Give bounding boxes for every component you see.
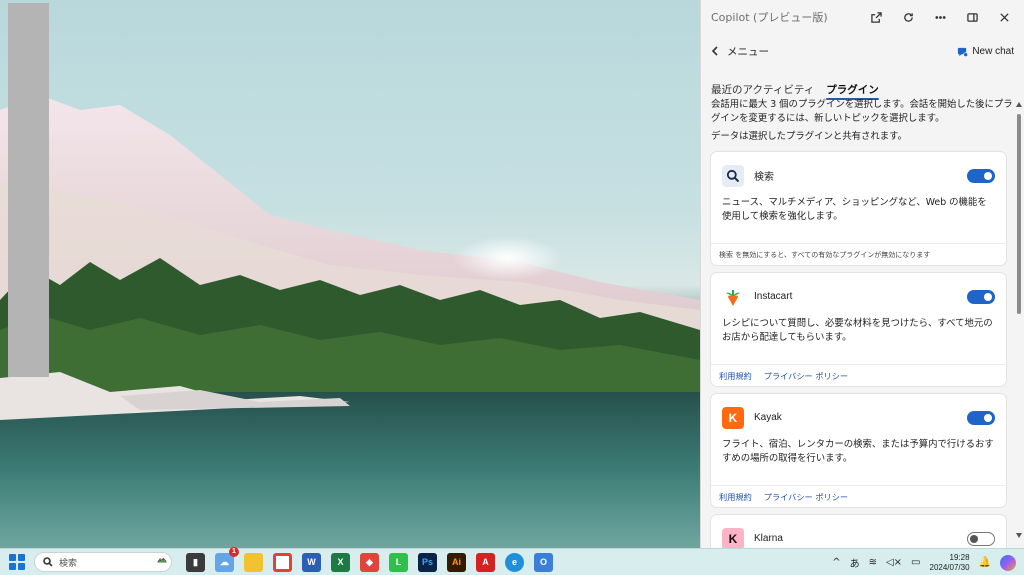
wifi-icon[interactable]: ≋ <box>869 557 877 568</box>
plugin-toggle[interactable] <box>967 410 995 425</box>
scroll-up-arrow-icon[interactable] <box>1016 102 1022 107</box>
plugin-footer-note: 検索 を無効にすると、すべての有効なプラグインが無効になります <box>719 250 931 259</box>
photoshop-icon[interactable]: Ps <box>418 552 437 572</box>
dock-panel-icon[interactable] <box>962 7 982 27</box>
taskbar-search-placeholder: 検索 <box>59 558 78 569</box>
bell-icon[interactable]: 🔔 <box>979 557 991 568</box>
clock-time: 19:28 <box>949 552 970 562</box>
search-icon <box>43 557 53 567</box>
terms-link[interactable]: 利用規約 <box>719 370 752 382</box>
plugins-scrollbar[interactable] <box>1016 100 1022 540</box>
terms-link[interactable]: 利用規約 <box>719 491 752 503</box>
edge-icon[interactable]: e <box>505 552 524 572</box>
back-to-menu-button[interactable]: メニュー <box>711 44 957 59</box>
plugin-card-instacart: Instacart レシピについて質問し、必要な材料を見つけたら、すべて地元のお… <box>711 273 1006 386</box>
plugin-card-search: 検索 ニュース、マルチメディア、ショッピングなど、Web の機能を使用して検索を… <box>711 152 1006 265</box>
copilot-title-bar: Copilot (プレビュー版) <box>701 0 1024 34</box>
plugin-card-klarna: K Klarna <box>711 515 1006 548</box>
task-view-icon[interactable]: ▮ <box>186 552 205 572</box>
file-explorer-icon[interactable] <box>244 552 263 572</box>
copilot-tabs: 最近のアクティビティ プラグイン <box>701 78 1024 100</box>
chevron-up-icon[interactable]: ^ <box>832 557 840 568</box>
refresh-icon[interactable] <box>898 7 918 27</box>
word-icon[interactable]: W <box>302 552 321 572</box>
privacy-link[interactable]: プライバシー ポリシー <box>764 370 848 382</box>
scrollbar-thumb[interactable] <box>1017 114 1021 314</box>
intro-text: 会話用に最大 3 個のプラグインを選択します。会話を開始した後にプラグインを変更… <box>711 99 1013 124</box>
system-tray: ^ あ ≋ ◁× ▭ 19:28 2024/07/30 🔔 <box>832 549 1016 575</box>
acrobat-icon[interactable]: A <box>476 552 495 572</box>
taskbar-clock[interactable]: 19:28 2024/07/30 <box>930 553 970 573</box>
new-chat-button[interactable]: New chat <box>957 46 1014 57</box>
plugin-card-kayak: K Kayak フライト、宿泊、レンタカーの検索、または予算内で行けるおすすめの… <box>711 394 1006 507</box>
volume-muted-icon[interactable]: ◁× <box>886 557 902 568</box>
illustrator-icon[interactable]: Ai <box>447 552 466 572</box>
taskbar: 検索 ▮ ☁ 1 W X ◆ L Ps Ai A e O ^ あ ≋ ◁× ▭ 1… <box>0 546 1024 575</box>
weather-widget-icon[interactable]: ☁ 1 <box>215 546 239 572</box>
data-sharing-note: データは選択したプラグインと共有されます。 <box>711 131 907 142</box>
new-chat-icon <box>958 47 969 57</box>
excel-icon[interactable]: X <box>331 552 350 572</box>
plugin-name: Klarna <box>754 533 783 544</box>
klarna-logo-icon: K <box>722 527 744 548</box>
new-chat-label: New chat <box>972 45 1014 57</box>
wallpaper-landscape <box>0 95 700 548</box>
plugins-intro: 会話用に最大 3 個のプラグインを選択します。会話を開始した後にプラグインを変更… <box>701 98 1024 144</box>
plugin-name: Instacart <box>754 291 793 302</box>
plugin-name: Kayak <box>754 412 782 423</box>
plugin-toggle[interactable] <box>967 289 995 304</box>
remote-app-icon[interactable]: ◆ <box>360 552 379 572</box>
window-edge-strip <box>8 3 49 377</box>
search-highlight-art-icon <box>157 558 167 563</box>
plugin-description: ニュース、マルチメディア、ショッピングなど、Web の機能を使用して検索を強化し… <box>722 197 987 222</box>
copilot-title: Copilot (プレビュー版) <box>711 11 828 24</box>
close-icon[interactable] <box>994 7 1014 27</box>
plugin-description: フライト、宿泊、レンタカーの検索、または予算内で行けるおすすめの場所の取得を行い… <box>722 439 994 464</box>
plugin-toggle[interactable] <box>967 168 995 183</box>
copilot-panel: Copilot (プレビュー版) メニュー New chat 最近のアクティビテ… <box>700 0 1024 548</box>
battery-icon[interactable]: ▭ <box>911 557 920 568</box>
copilot-nav-row: メニュー New chat <box>701 36 1024 66</box>
desktop-wallpaper <box>0 0 700 548</box>
search-icon <box>722 164 744 187</box>
plugin-description: レシピについて質問し、必要な材料を見つけたら、すべて地元のお店から配達してもらい… <box>722 318 993 343</box>
open-external-icon[interactable] <box>866 7 886 27</box>
windows-start-icon[interactable] <box>9 554 25 570</box>
taskbar-search-box[interactable]: 検索 <box>34 552 172 572</box>
plugin-name: 検索 <box>754 172 774 183</box>
taskbar-apps: ▮ ☁ 1 W X ◆ L Ps Ai A e O <box>186 546 553 572</box>
plugin-toggle[interactable] <box>967 531 995 546</box>
clock-date: 2024/07/30 <box>929 562 970 572</box>
more-options-icon[interactable] <box>930 7 950 27</box>
copilot-taskbar-icon[interactable] <box>1000 554 1016 571</box>
chrome-icon[interactable] <box>273 552 292 572</box>
tab-plugins[interactable]: プラグイン <box>826 78 879 100</box>
chevron-left-icon <box>711 46 718 56</box>
outlook-icon[interactable]: O <box>534 552 553 572</box>
notification-badge: 1 <box>229 546 239 557</box>
line-icon[interactable]: L <box>389 552 408 572</box>
instacart-carrot-icon <box>722 285 744 308</box>
back-label: メニュー <box>727 45 769 58</box>
plugins-list: 会話用に最大 3 個のプラグインを選択します。会話を開始した後にプラグインを変更… <box>701 98 1024 548</box>
ime-indicator[interactable]: あ <box>850 555 860 570</box>
kayak-logo-icon: K <box>722 406 744 429</box>
scroll-down-arrow-icon[interactable] <box>1016 533 1022 538</box>
privacy-link[interactable]: プライバシー ポリシー <box>764 491 848 503</box>
tab-recent-activity[interactable]: 最近のアクティビティ <box>711 78 814 100</box>
